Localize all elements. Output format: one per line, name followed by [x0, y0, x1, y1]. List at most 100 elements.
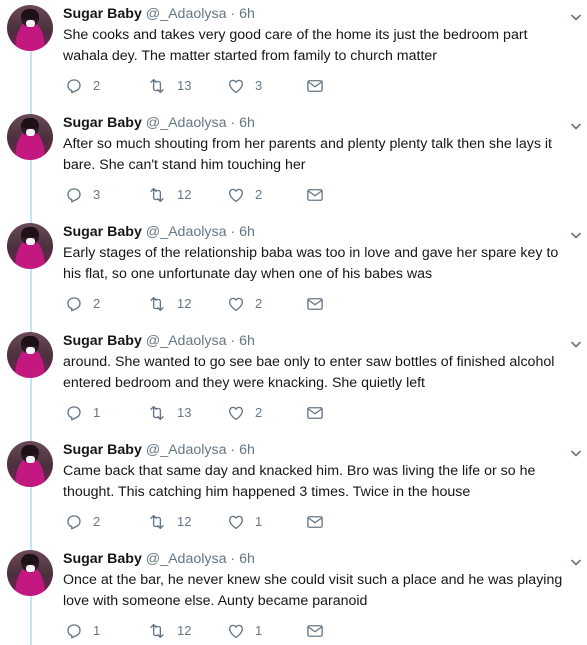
reply-icon: [65, 295, 83, 313]
avatar-mask: [26, 129, 35, 136]
like-count: 2: [255, 405, 263, 420]
direct-message-button[interactable]: [306, 512, 324, 532]
author-name[interactable]: Sugar Baby: [63, 224, 142, 240]
retweet-button[interactable]: 12: [147, 621, 191, 641]
like-button[interactable]: 2: [227, 403, 262, 423]
tweet[interactable]: Sugar Baby @_Adaolysa · 6h After so much…: [0, 109, 587, 218]
avatar[interactable]: [7, 114, 53, 160]
like-icon: [227, 186, 245, 204]
tweet-header: Sugar Baby @_Adaolysa · 6h: [63, 114, 567, 133]
direct-message-button[interactable]: [306, 76, 324, 96]
tweet-header: Sugar Baby @_Adaolysa · 6h: [63, 223, 567, 242]
retweet-count: 13: [177, 78, 192, 93]
tweet-timestamp[interactable]: 6h: [239, 551, 255, 567]
caret-down-icon[interactable]: [571, 227, 581, 239]
avatar-hair: [21, 118, 39, 128]
caret-down-icon[interactable]: [571, 9, 581, 21]
caret-down-icon[interactable]: [571, 445, 581, 457]
retweet-button[interactable]: 12: [147, 512, 191, 532]
reply-count: 1: [93, 623, 101, 638]
tweet-text: Early stages of the relationship baba wa…: [63, 245, 559, 282]
retweet-count: 12: [177, 187, 192, 202]
tweet-timestamp[interactable]: 6h: [239, 115, 255, 131]
tweet[interactable]: Sugar Baby @_Adaolysa · 6h She cooks and…: [0, 0, 587, 109]
retweet-icon: [147, 513, 167, 531]
header-separator: ·: [230, 442, 236, 458]
tweet-timestamp[interactable]: 6h: [239, 333, 255, 349]
author-name[interactable]: Sugar Baby: [63, 6, 142, 22]
avatar[interactable]: [7, 5, 53, 51]
author-handle[interactable]: @_Adaolysa: [146, 6, 227, 22]
retweet-button[interactable]: 13: [147, 403, 191, 423]
author-name[interactable]: Sugar Baby: [63, 333, 142, 349]
reply-button[interactable]: 2: [65, 512, 100, 532]
tweet-timestamp[interactable]: 6h: [239, 224, 255, 240]
reply-button[interactable]: 1: [65, 403, 100, 423]
direct-message-button[interactable]: [306, 185, 324, 205]
avatar[interactable]: [7, 223, 53, 269]
like-button[interactable]: 3: [227, 76, 262, 96]
avatar[interactable]: [7, 550, 53, 596]
like-button[interactable]: 2: [227, 294, 262, 314]
reply-icon: [65, 404, 83, 422]
reply-icon: [65, 513, 83, 531]
retweet-button[interactable]: 13: [147, 76, 191, 96]
author-name[interactable]: Sugar Baby: [63, 551, 142, 567]
author-handle[interactable]: @_Adaolysa: [146, 551, 227, 567]
direct-message-button[interactable]: [306, 403, 324, 423]
retweet-icon: [147, 186, 167, 204]
avatar-mask: [26, 347, 35, 354]
tweet-timestamp[interactable]: 6h: [239, 442, 255, 458]
reply-count: 2: [93, 296, 101, 311]
reply-button[interactable]: 1: [65, 621, 100, 641]
direct-message-icon: [306, 78, 324, 94]
direct-message-icon: [306, 514, 324, 530]
header-separator: ·: [230, 224, 236, 240]
avatar-hair: [21, 227, 39, 237]
author-name[interactable]: Sugar Baby: [63, 115, 142, 131]
like-button[interactable]: 1: [227, 512, 262, 532]
reply-button[interactable]: 2: [65, 294, 100, 314]
author-name[interactable]: Sugar Baby: [63, 442, 142, 458]
avatar[interactable]: [7, 441, 53, 487]
caret-down-icon[interactable]: [571, 336, 581, 348]
author-handle[interactable]: @_Adaolysa: [146, 224, 227, 240]
reply-count: 2: [93, 78, 101, 93]
author-handle[interactable]: @_Adaolysa: [146, 442, 227, 458]
avatar-hair: [21, 445, 39, 455]
retweet-count: 12: [177, 296, 192, 311]
reply-button[interactable]: 2: [65, 76, 100, 96]
direct-message-icon: [306, 405, 324, 421]
thread-connector-line: [30, 596, 32, 645]
avatar[interactable]: [7, 332, 53, 378]
like-icon: [227, 622, 245, 640]
reply-icon: [65, 186, 83, 204]
tweet-actions: 1 13 2: [63, 403, 363, 423]
like-button[interactable]: 2: [227, 185, 262, 205]
header-separator: ·: [230, 551, 236, 567]
tweet[interactable]: Sugar Baby @_Adaolysa · 6h around. She w…: [0, 327, 587, 436]
retweet-button[interactable]: 12: [147, 185, 191, 205]
tweet[interactable]: Sugar Baby @_Adaolysa · 6h Once at the b…: [0, 545, 587, 645]
reply-icon: [65, 622, 83, 640]
retweet-count: 12: [177, 514, 192, 529]
tweet-timestamp[interactable]: 6h: [239, 6, 255, 22]
direct-message-button[interactable]: [306, 621, 324, 641]
like-count: 2: [255, 296, 263, 311]
direct-message-button[interactable]: [306, 294, 324, 314]
thread-connector-line: [30, 51, 32, 109]
author-handle[interactable]: @_Adaolysa: [146, 115, 227, 131]
author-handle[interactable]: @_Adaolysa: [146, 333, 227, 349]
reply-button[interactable]: 3: [65, 185, 100, 205]
caret-down-icon[interactable]: [571, 118, 581, 130]
retweet-button[interactable]: 12: [147, 294, 191, 314]
tweet-text: around. She wanted to go see bae only to…: [63, 354, 555, 391]
retweet-icon: [147, 622, 167, 640]
like-count: 2: [255, 187, 263, 202]
tweet[interactable]: Sugar Baby @_Adaolysa · 6h Came back tha…: [0, 436, 587, 545]
avatar-mask: [26, 456, 35, 463]
like-icon: [227, 513, 245, 531]
caret-down-icon[interactable]: [571, 554, 581, 566]
tweet[interactable]: Sugar Baby @_Adaolysa · 6h Early stages …: [0, 218, 587, 327]
like-button[interactable]: 1: [227, 621, 262, 641]
